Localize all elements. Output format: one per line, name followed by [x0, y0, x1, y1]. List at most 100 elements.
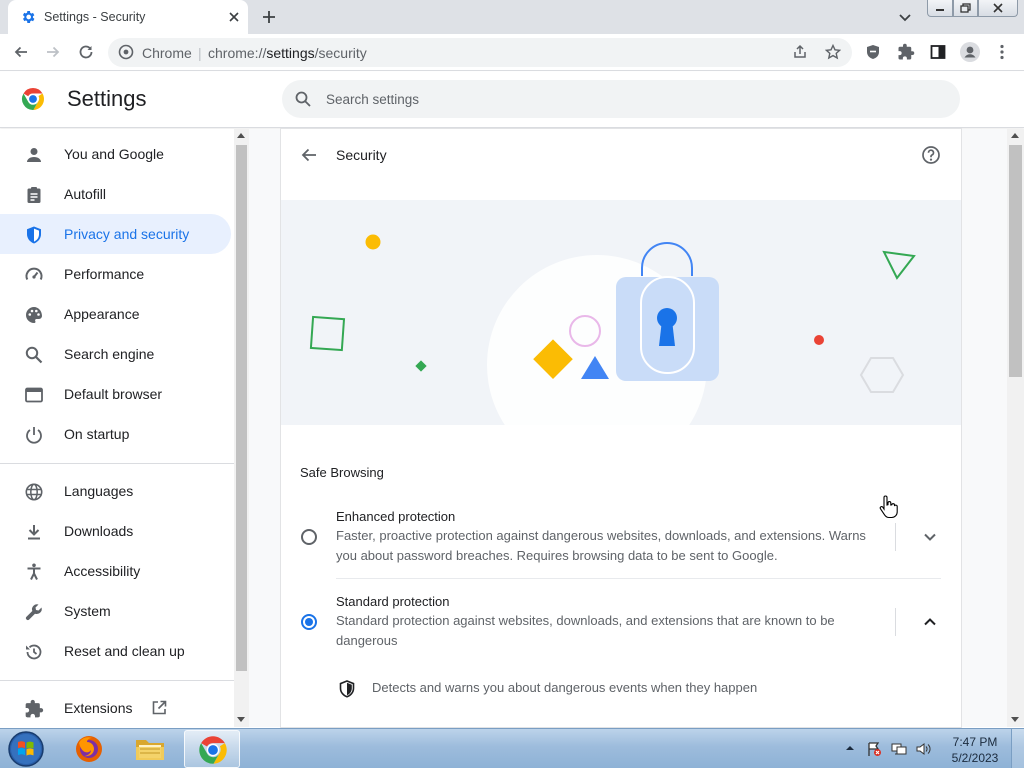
taskbar-firefox[interactable] — [61, 730, 117, 768]
sidebar-item-appearance[interactable]: Appearance — [0, 294, 231, 334]
settings-search-box[interactable] — [282, 80, 960, 118]
restore-icon — [959, 3, 971, 13]
sidebar-item-on-startup[interactable]: On startup — [0, 414, 231, 454]
forward-arrow-icon[interactable] — [44, 43, 62, 61]
help-icon[interactable] — [921, 145, 941, 165]
sidebar-item-autofill[interactable]: Autofill — [0, 174, 231, 214]
minimize-icon — [935, 9, 944, 11]
bookmark-star-icon[interactable] — [825, 44, 841, 60]
side-panel-icon[interactable] — [929, 43, 947, 61]
sidebar-item-downloads[interactable]: Downloads — [0, 511, 231, 551]
sidebar-item-performance[interactable]: Performance — [0, 254, 231, 294]
sidebar-item-languages[interactable]: Languages — [0, 471, 231, 511]
minimize-button[interactable] — [927, 0, 953, 17]
chevron-down-icon[interactable] — [921, 528, 939, 546]
sidebar-item-privacy-and-security[interactable]: Privacy and security — [0, 214, 231, 254]
sidebar-item-label: Reset and clean up — [64, 643, 185, 659]
sidebar-item-label: System — [64, 603, 111, 619]
chrome-page-icon[interactable] — [118, 44, 134, 60]
chrome-logo-icon — [199, 736, 227, 764]
back-arrow-icon[interactable] — [12, 43, 30, 61]
sidebar-item-reset-and-clean-up[interactable]: Reset and clean up — [0, 631, 231, 671]
palette-icon — [26, 307, 42, 323]
standard-protection-radio[interactable] — [301, 614, 317, 630]
sidebar-item-label: Default browser — [64, 386, 163, 402]
clock-date[interactable]: 5/2/2023 — [945, 751, 1005, 765]
option-title: Enhanced protection — [336, 509, 456, 524]
puzzle-icon — [25, 699, 44, 718]
search-icon — [25, 346, 43, 364]
network-icon[interactable] — [891, 741, 907, 757]
power-icon — [26, 427, 42, 444]
accessibility-icon — [27, 563, 41, 580]
url-host: settings — [266, 45, 315, 61]
back-arrow-icon[interactable] — [299, 145, 319, 165]
windows-taskbar: 7:47 PM 5/2/2023 — [0, 728, 1024, 768]
chevron-down-icon[interactable] — [897, 9, 913, 25]
chevron-up-icon[interactable] — [921, 613, 939, 631]
sidebar-nav: You and Google Autofill Privacy and secu… — [0, 129, 234, 727]
windows-start-icon[interactable] — [6, 730, 46, 768]
profile-avatar-icon[interactable] — [960, 42, 980, 62]
sidebar-divider — [0, 463, 234, 464]
option-description: Standard protection against websites, do… — [336, 611, 876, 651]
scroll-down-arrow-icon[interactable] — [1011, 717, 1019, 722]
option-description-line: Standard protection against websites, do… — [336, 613, 835, 628]
scroll-up-arrow-icon[interactable] — [1011, 133, 1019, 138]
standard-protection-detail: Detects and warns you about dangerous ev… — [372, 680, 758, 695]
sidebar-item-label: Search engine — [64, 346, 155, 362]
sidebar-item-label: Languages — [64, 483, 134, 499]
shield-extension-icon[interactable] — [864, 43, 882, 61]
sidebar-item-search-engine[interactable]: Search engine — [0, 334, 231, 374]
option-description-line: dangerous — [336, 633, 398, 648]
kebab-menu-icon[interactable] — [993, 43, 1011, 61]
enhanced-protection-radio[interactable] — [301, 529, 317, 545]
sidebar-item-extensions[interactable]: Extensions — [0, 688, 231, 727]
puzzle-icon[interactable] — [897, 43, 915, 61]
sidebar-item-label: Downloads — [64, 523, 134, 539]
sidebar-item-system[interactable]: System — [0, 591, 231, 631]
main-scrollbar-thumb[interactable] — [1009, 145, 1022, 377]
sidebar-item-default-browser[interactable]: Default browser — [0, 374, 231, 414]
omnibox-url[interactable]: chrome://settings/security — [208, 45, 367, 61]
security-page-title: Security — [336, 147, 387, 163]
firefox-icon — [76, 736, 102, 762]
security-banner-illustration — [281, 200, 961, 425]
tray-expand-arrow-icon[interactable] — [845, 743, 855, 753]
share-icon[interactable] — [792, 44, 808, 60]
option-divider — [336, 578, 941, 579]
chrome-logo-icon — [22, 88, 44, 111]
folder-icon — [136, 740, 164, 760]
tab-settings-security[interactable]: Settings - Security — [8, 0, 248, 34]
show-desktop-button[interactable] — [1011, 729, 1024, 768]
sidebar-item-you-and-google[interactable]: You and Google — [0, 134, 231, 174]
main-scrollbar[interactable] — [1007, 129, 1024, 727]
sidebar-item-label: Performance — [64, 266, 145, 282]
shield-icon — [27, 226, 41, 244]
new-tab-plus-icon[interactable] — [260, 8, 278, 26]
omnibox-chrome-label: Chrome — [142, 45, 192, 61]
scroll-up-arrow-icon[interactable] — [237, 133, 245, 138]
sidebar-scrollbar[interactable] — [234, 129, 249, 727]
volume-icon[interactable] — [915, 741, 931, 757]
action-center-flag-icon[interactable] — [866, 741, 882, 757]
omnibox[interactable]: Chrome | chrome://settings/security — [108, 38, 852, 67]
sidebar-item-label: Privacy and security — [64, 226, 190, 242]
sidebar-item-label: Extensions — [64, 700, 133, 716]
close-icon[interactable] — [226, 9, 242, 25]
sidebar-scrollbar-thumb[interactable] — [236, 145, 247, 671]
taskbar-chrome[interactable] — [184, 730, 240, 768]
url-path: /security — [314, 45, 367, 61]
sidebar-item-accessibility[interactable]: Accessibility — [0, 551, 231, 591]
search-input[interactable] — [326, 89, 926, 109]
sidebar-item-label: Autofill — [64, 186, 107, 202]
browser-window-icon — [25, 387, 43, 403]
window-close-button[interactable] — [978, 0, 1018, 17]
tab-title: Settings - Security — [44, 10, 146, 24]
restore-button[interactable] — [952, 0, 979, 17]
scroll-down-arrow-icon[interactable] — [237, 717, 245, 722]
clock-time[interactable]: 7:47 PM — [950, 735, 1000, 749]
reload-icon[interactable] — [77, 43, 95, 61]
taskbar-file-explorer[interactable] — [122, 730, 178, 768]
security-card: Security Safe Browsing Enhanced protecti… — [281, 129, 961, 727]
